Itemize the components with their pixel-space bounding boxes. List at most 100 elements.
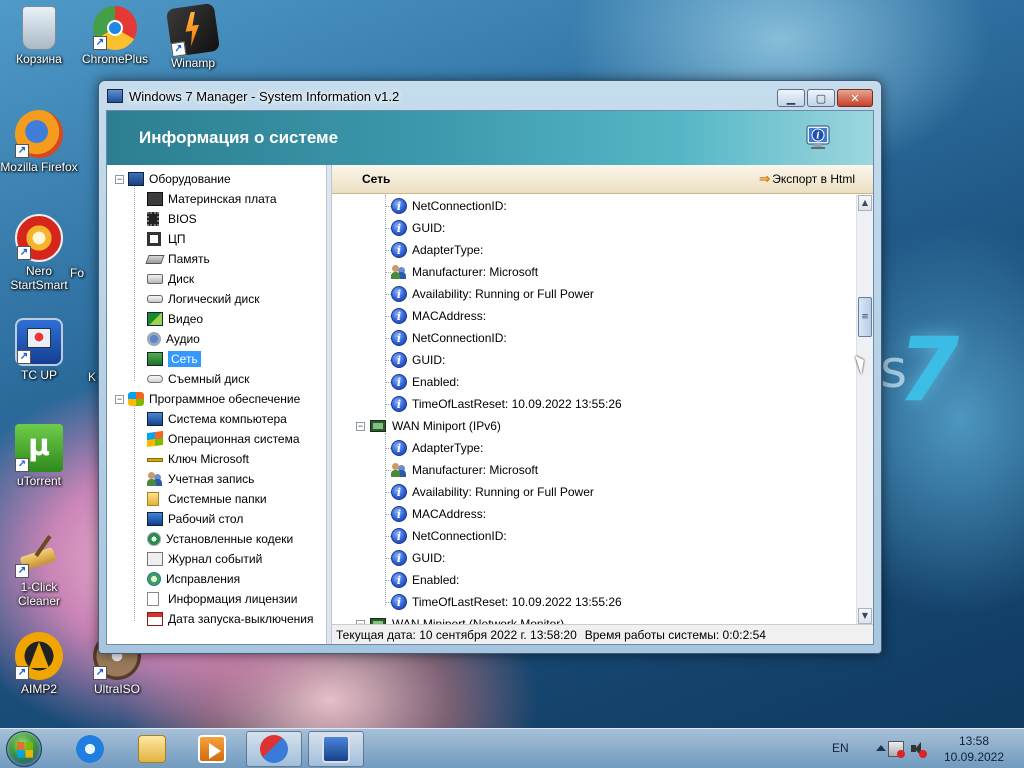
taskbar-media-player[interactable] [184, 731, 240, 767]
taskbar-windows7-manager[interactable] [246, 731, 302, 767]
property-row[interactable]: i Enabled: [332, 569, 857, 591]
category-tree[interactable]: − Оборудование Материнская плата BIOS ЦП… [107, 165, 327, 644]
property-row[interactable]: i MACAddress: [332, 503, 857, 525]
desktop-icon-partial-label[interactable]: Fo [62, 266, 92, 280]
volume-muted-icon[interactable] [910, 741, 927, 758]
tree-item-label: Логический диск [168, 292, 260, 306]
tree-item-label: Исправления [166, 572, 241, 586]
property-row[interactable]: i GUID: [332, 349, 857, 371]
property-row[interactable]: i GUID: [332, 547, 857, 569]
tree-item-installed-codecs[interactable]: Установленные кодеки [107, 529, 326, 549]
property-row[interactable]: i Availability: Running or Full Power [332, 481, 857, 503]
property-row[interactable]: i MACAddress: [332, 305, 857, 327]
tree-item-motherboard[interactable]: Материнская плата [107, 189, 326, 209]
list-connector-line [385, 448, 391, 449]
tree-item-operating-system[interactable]: Операционная система [107, 429, 326, 449]
language-indicator[interactable]: EN [832, 741, 849, 755]
tree-item-memory[interactable]: Память [107, 249, 326, 269]
property-row[interactable]: i AdapterType: [332, 239, 857, 261]
tree-item-label-selected: Сеть [168, 351, 201, 367]
info-icon: i [391, 374, 407, 390]
window-titlebar[interactable]: Windows 7 Manager - System Information v… [99, 81, 881, 111]
tree-item-user-account[interactable]: Учетная запись [107, 469, 326, 489]
property-row[interactable]: i Availability: Running or Full Power [332, 283, 857, 305]
section-title: Сеть [362, 172, 391, 186]
desktop-icon-aimp[interactable]: ↗ AIMP2 [0, 632, 78, 696]
taskbar-system-information[interactable] [308, 731, 364, 767]
close-button[interactable]: ✕ [837, 89, 873, 107]
tree-item-audio[interactable]: Аудио [107, 329, 326, 349]
show-hidden-icons-icon[interactable] [872, 741, 888, 757]
property-row[interactable]: i Enabled: [332, 371, 857, 393]
desktop-icon-winamp[interactable]: ↗ Winamp [154, 2, 232, 70]
tree-item-hotfixes[interactable]: Исправления [107, 569, 326, 589]
shortcut-arrow-icon: ↗ [15, 458, 29, 472]
desktop-icon-chromeplus[interactable]: ↗ ChromePlus [76, 6, 154, 66]
tree-item-system-folders[interactable]: Системные папки [107, 489, 326, 509]
property-row[interactable]: i GUID: [332, 217, 857, 239]
property-text: NetConnectionID: [412, 529, 507, 543]
tree-item-license-info[interactable]: Информация лицензии [107, 589, 326, 609]
tree-item-startup-shutdown-date[interactable]: Дата запуска-выключения [107, 609, 326, 629]
system-clock[interactable]: 13:58 10.09.2022 [932, 733, 1016, 765]
tree-item-computer-system[interactable]: Система компьютера [107, 409, 326, 429]
desktop-icon-recycle-bin[interactable]: Корзина [0, 6, 78, 66]
tree-item-label: Аудио [166, 332, 200, 346]
tree-item-event-log[interactable]: Журнал событий [107, 549, 326, 569]
scrollbar-thumb[interactable]: ≡ [858, 297, 872, 337]
collapse-toggle-icon[interactable]: − [115, 394, 124, 404]
property-row[interactable]: i TimeOfLastReset: 10.09.2022 13:55:26 [332, 393, 857, 415]
collapse-toggle-icon[interactable]: − [356, 421, 365, 431]
property-row[interactable]: i AdapterType: [332, 437, 857, 459]
property-row[interactable]: Manufacturer: Microsoft [332, 459, 857, 481]
property-row[interactable]: i NetConnectionID: [332, 195, 857, 217]
scroll-down-arrow-icon[interactable]: ▼ [858, 608, 872, 624]
property-row[interactable]: Manufacturer: Microsoft [332, 261, 857, 283]
export-arrow-icon: ⇒ [759, 171, 771, 186]
scroll-up-arrow-icon[interactable]: ▲ [858, 195, 872, 211]
desktop-icon-nero[interactable]: ↗ Nero StartSmart [0, 214, 78, 292]
disk-icon [147, 274, 163, 284]
info-icon: i [391, 352, 407, 368]
export-html-button[interactable]: ⇒ Экспорт в Html [759, 171, 855, 187]
minimize-button[interactable]: ▁ [777, 89, 805, 107]
maximize-button[interactable]: ▢ [807, 89, 835, 107]
network-tray-icon[interactable] [888, 741, 905, 758]
property-text: AdapterType: [412, 243, 484, 257]
property-row[interactable]: i NetConnectionID: [332, 327, 857, 349]
tree-node-label: Оборудование [149, 172, 231, 186]
taskbar-internet-explorer[interactable] [62, 731, 118, 767]
tree-item-bios[interactable]: BIOS [107, 209, 326, 229]
vertical-scrollbar[interactable]: ▲ ≡ ▼ [856, 195, 873, 624]
collapse-toggle-icon[interactable]: − [115, 174, 124, 184]
tree-node-software[interactable]: − Программное обеспечение [107, 389, 326, 409]
property-row[interactable]: i NetConnectionID: [332, 525, 857, 547]
taskbar-explorer[interactable] [124, 731, 180, 767]
tree-item-desktop[interactable]: Рабочий стол [107, 509, 326, 529]
computer-icon [128, 172, 144, 186]
desktop-icon-firefox[interactable]: ↗ Mozilla Firefox [0, 110, 78, 174]
tree-item-removable-disk[interactable]: Съемный диск [107, 369, 326, 389]
adapter-group-row[interactable]: − WAN Miniport (Network Monitor) [332, 613, 857, 624]
tree-item-disk[interactable]: Диск [107, 269, 326, 289]
tree-item-microsoft-key[interactable]: Ключ Microsoft [107, 449, 326, 469]
tree-item-network[interactable]: Сеть [107, 349, 326, 369]
info-icon: i [391, 550, 407, 566]
property-list[interactable]: i NetConnectionID: i GUID: i AdapterType: Manu… [332, 195, 857, 624]
tree-item-video[interactable]: Видео [107, 309, 326, 329]
desktop-icon-label: UltraISO [93, 682, 140, 696]
tree-item-cpu[interactable]: ЦП [107, 229, 326, 249]
tree-node-hardware[interactable]: − Оборудование [107, 169, 326, 189]
desktop-icon-label: Winamp [170, 56, 215, 70]
adapter-group-row[interactable]: − WAN Miniport (IPv6) [332, 415, 857, 437]
folder-icon [147, 492, 159, 506]
tree-item-logical-disk[interactable]: Логический диск [107, 289, 326, 309]
desktop-icon-oneclick-cleaner[interactable]: ↗ 1-Click Cleaner [0, 530, 78, 608]
desktop-icon-utorrent[interactable]: µ ↗ uTorrent [0, 424, 78, 488]
property-row[interactable]: i TimeOfLastReset: 10.09.2022 13:55:26 [332, 591, 857, 613]
info-icon: i [391, 396, 407, 412]
start-button[interactable] [6, 731, 42, 767]
video-icon [147, 312, 163, 326]
desktop-icon-tcup[interactable]: ↗ TC UP [0, 318, 78, 382]
desktop-icon-label: ChromePlus [81, 52, 149, 66]
